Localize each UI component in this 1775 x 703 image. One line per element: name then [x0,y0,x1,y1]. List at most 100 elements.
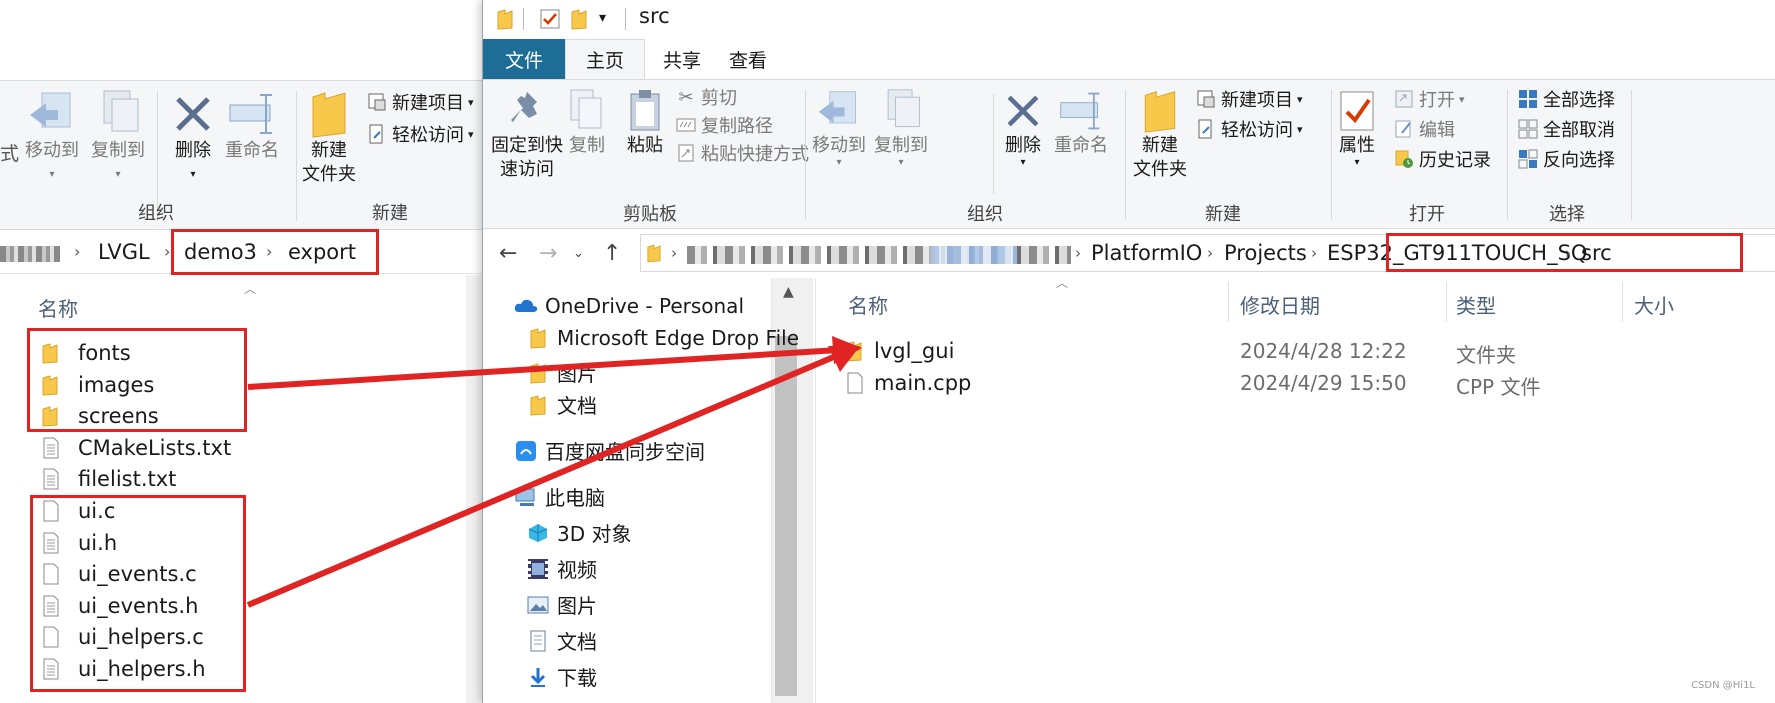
paste-shortcut-button[interactable]: 粘贴快捷方式 [675,140,809,166]
edit-button[interactable]: 编辑 [1393,116,1455,142]
list-item[interactable]: screens [42,401,159,431]
nav-item-baidu[interactable]: 百度网盘同步空间 [513,436,705,465]
folder-icon [42,342,68,364]
nav-item-documents[interactable]: 文档 [525,626,597,655]
pin-quick-access-button[interactable]: 固定到快 速访问 [491,88,563,182]
tab-home[interactable]: 主页 [565,39,646,79]
column-header-modified[interactable]: 修改日期 [1240,290,1320,319]
ribbon-separator [1631,90,1632,220]
nav-item-edge-drop[interactable]: Microsoft Edge Drop File [525,326,799,350]
file-modified-date: 2024/4/28 12:22 [1240,339,1407,363]
new-folder-button[interactable]: 新建 文件夹 [302,89,356,187]
properties-check-icon[interactable] [539,8,561,34]
crumb-lvgl[interactable]: LVGL [98,240,150,264]
table-row[interactable]: main.cpp [846,368,971,398]
navigation-pane: ▲ OneDrive - Personal Microsoft Edge Dro… [483,278,813,703]
new-folder-quick-icon[interactable] [571,8,587,34]
new-folder-button[interactable]: 新建 文件夹 [1133,88,1187,182]
list-item[interactable]: ui.c [42,496,115,526]
forward-arrow-icon[interactable]: → [539,241,557,266]
nav-scrollbar-thumb[interactable] [775,336,797,696]
left-ribbon: 式 移动到 ▾ 复制到 ▾ 删除 ▾ 重命名 新建 文件夹 新建项目 ▾ 轻松访… [0,80,482,230]
scroll-up-icon[interactable]: ▲ [783,284,794,300]
crumb-projects[interactable]: Projects [1224,241,1307,265]
ribbon-separator [993,94,994,194]
file-icon [42,500,68,522]
left-address-bar[interactable]: › LVGL › demo3 › export [0,232,482,274]
column-separator[interactable] [1622,282,1623,322]
select-none-button[interactable]: 全部取消 [1517,116,1615,142]
new-item-button[interactable]: 新建项目 ▾ [1195,86,1303,112]
list-item[interactable]: fonts [42,338,131,368]
tab-file[interactable]: 文件 [483,39,565,79]
nav-item-videos[interactable]: 视频 [525,554,597,583]
open-icon [1393,88,1415,110]
chevron-right-icon: › [1565,244,1571,262]
history-icon [1393,148,1415,170]
list-item[interactable]: filelist.txt [42,464,176,494]
nav-item-pictures[interactable]: 图片 [525,590,597,619]
folder-icon [525,394,551,416]
file-name: fonts [78,341,131,365]
folder-icon [846,340,868,362]
rename-button[interactable]: 重命名 [1053,88,1109,158]
column-separator[interactable] [1446,282,1447,322]
recent-locations-chevron-icon[interactable]: ⌄ [573,246,584,261]
back-arrow-icon[interactable]: ← [499,241,517,266]
list-item[interactable]: ui_helpers.c [42,622,204,652]
delete-button[interactable]: 删除 ▾ [168,89,218,187]
crumb-platformio[interactable]: PlatformIO [1091,241,1202,265]
copy-to-button[interactable]: 复制到 ▾ [873,88,929,168]
column-header-name[interactable]: 名称 [38,293,78,322]
invert-selection-button[interactable]: 反向选择 [1517,146,1615,172]
nav-item-this-pc[interactable]: 此电脑 [513,482,605,511]
rename-button[interactable]: 重命名 [224,89,280,163]
address-box[interactable]: › › PlatformIO › Projects › ESP32_GT911T… [640,234,1775,272]
open-button[interactable]: 打开 ▾ [1393,86,1465,112]
history-button[interactable]: 历史记录 [1393,146,1491,172]
list-item[interactable]: ui_events.c [42,559,197,589]
list-item[interactable]: images [42,370,154,400]
new-item-button[interactable]: 新建项目 ▾ [366,89,474,115]
nav-item-3d-objects[interactable]: 3D 对象 [525,518,631,547]
customize-dropdown-icon[interactable]: ▾ [599,10,606,26]
copy-to-button[interactable]: 复制到 ▾ [90,89,146,187]
ribbon-tabs: 文件 主页 共享 查看 [483,39,1775,79]
left-scrollbar[interactable] [466,275,482,703]
column-header-type[interactable]: 类型 [1456,290,1496,319]
column-separator[interactable] [1228,282,1229,322]
easy-access-button[interactable]: 轻松访问 ▾ [366,121,474,147]
crumb-esp32-project[interactable]: ESP32_GT911TOUCH_SQ [1327,241,1587,265]
crumb-demo3[interactable]: demo3 [184,240,257,264]
easy-access-button[interactable]: 轻松访问 ▾ [1195,116,1303,142]
watermark: CSDN @Hi1L [1691,680,1755,691]
paste-button[interactable]: 粘贴 [625,88,665,158]
list-item[interactable]: ui_helpers.h [42,654,206,684]
nav-item-downloads[interactable]: 下载 [525,662,597,691]
list-item[interactable]: ui.h [42,528,117,558]
properties-button[interactable]: 属性 ▾ [1337,88,1377,168]
column-header-name[interactable]: 名称 [848,290,888,319]
cut-button[interactable]: ✂ 剪切 [675,84,737,110]
move-to-button[interactable]: 移动到 ▾ [24,89,80,187]
tab-view[interactable]: 查看 [709,39,787,79]
file-modified-date: 2024/4/29 15:50 [1240,371,1407,395]
rename-icon [1060,92,1100,130]
copy-button[interactable]: 复制 [567,88,607,158]
table-row[interactable]: lvgl_gui [846,336,954,366]
column-header-size[interactable]: 大小 [1634,290,1674,319]
move-to-button[interactable]: 移动到 ▾ [811,88,867,168]
crumb-src[interactable]: src [1581,241,1612,265]
select-all-button[interactable]: 全部选择 [1517,86,1615,112]
list-item[interactable]: ui_events.h [42,591,198,621]
delete-button[interactable]: 删除 ▾ [999,88,1047,168]
crumb-export[interactable]: export [288,240,356,264]
computer-icon [513,487,539,507]
copy-path-button[interactable]: 复制路径 [675,112,773,138]
list-item[interactable]: CMakeLists.txt [42,433,231,463]
nav-item-documents-onedrive[interactable]: 文档 [525,390,597,419]
nav-item-pictures-onedrive[interactable]: 图片 [525,358,597,387]
chevron-right-icon: › [74,242,81,261]
nav-item-onedrive[interactable]: OneDrive - Personal [513,294,744,318]
up-arrow-icon[interactable]: ↑ [603,241,621,266]
